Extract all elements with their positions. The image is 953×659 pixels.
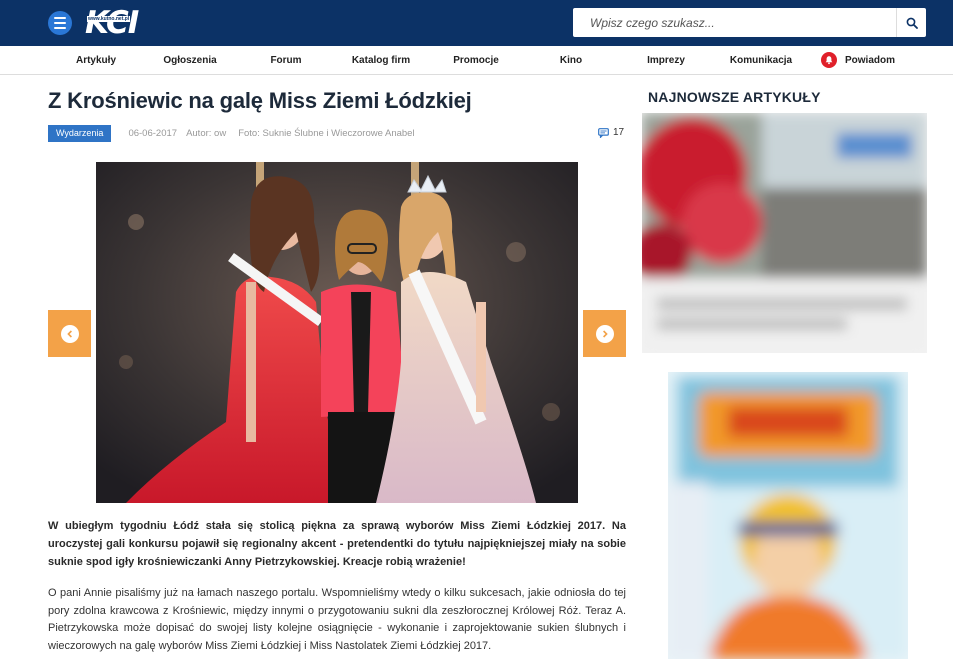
sidebar-title: NAJNOWSZE ARTYKUŁY (648, 89, 821, 105)
bell-glyph (825, 56, 833, 65)
site-logo[interactable]: KCI www.kutno.net.pl (85, 7, 155, 39)
latest-article-image (642, 113, 927, 353)
search-input[interactable] (573, 8, 896, 37)
hamburger-menu-button[interactable] (48, 11, 72, 35)
advertisement-image (668, 372, 908, 659)
notify-link[interactable]: Powiadom (845, 46, 895, 75)
article-title: Z Krośniewic na galę Miss Ziemi Łódzkiej (48, 88, 472, 113)
search-icon (906, 17, 918, 29)
article-photo (96, 162, 578, 503)
top-bar: KCI www.kutno.net.pl (0, 0, 953, 46)
menu-line (54, 27, 66, 29)
comments-link[interactable]: 17 (598, 127, 624, 138)
bell-icon[interactable] (821, 52, 837, 68)
nav-item-katalog-firm[interactable]: Katalog firm (352, 46, 410, 75)
search-box (573, 8, 926, 37)
category-badge[interactable]: Wydarzenia (48, 125, 112, 142)
search-button[interactable] (896, 8, 926, 37)
article-date: 06-06-2017 (128, 128, 178, 139)
chevron-right-icon (595, 324, 614, 343)
sidebar-advertisement[interactable] (668, 372, 908, 659)
nav-item-ogloszenia[interactable]: Ogłoszenia (163, 46, 216, 75)
nav-item-kino[interactable]: Kino (560, 46, 582, 75)
logo-text: KCI (85, 5, 139, 41)
article-meta: Wydarzenia 06-06-2017 Autor: ow Foto: Su… (48, 125, 415, 142)
logo-url: www.kutno.net.pl (87, 16, 131, 22)
nav-item-artykuly[interactable]: Artykuły (76, 46, 116, 75)
chevron-left-icon (60, 324, 79, 343)
nav-item-imprezy[interactable]: Imprezy (647, 46, 685, 75)
comment-icon (598, 127, 609, 138)
comment-count: 17 (613, 127, 625, 138)
nav-item-komunikacja[interactable]: Komunikacja (730, 46, 792, 75)
nav-item-forum[interactable]: Forum (270, 46, 301, 75)
photo-credit: Foto: Suknie Ślubne i Wieczorowe Anabel (238, 128, 415, 139)
article-paragraph: O pani Annie pisaliśmy już na łamach nas… (48, 587, 626, 652)
latest-article-card[interactable] (642, 113, 927, 353)
gallery-next-button[interactable] (583, 310, 626, 357)
gallery-prev-button[interactable] (48, 310, 91, 357)
nav-item-promocje[interactable]: Promocje (453, 46, 499, 75)
article-author: Autor: ow (186, 128, 227, 139)
menu-line (54, 17, 66, 19)
main-nav: Artykuły Ogłoszenia Forum Katalog firm P… (0, 46, 953, 75)
article-lead: W ubiegłym tygodniu Łódź stała się stoli… (48, 520, 626, 568)
menu-line (54, 22, 66, 24)
photo-illustration (96, 162, 578, 503)
